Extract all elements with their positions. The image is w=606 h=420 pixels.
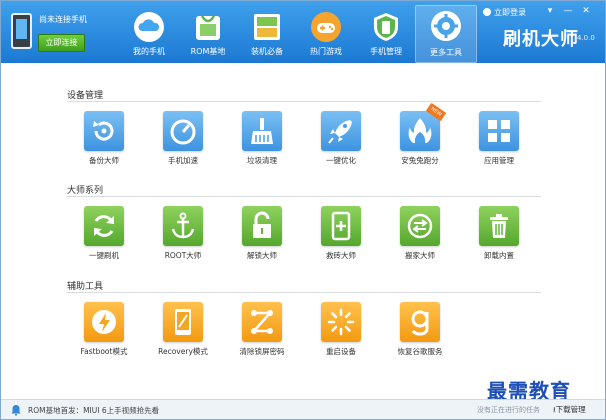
nav-label: ROM基地 (190, 47, 226, 56)
section-divider (67, 101, 541, 102)
brand-title: 刷机大师 (503, 29, 579, 50)
tool-recovery-mode[interactable]: Recovery模式 (148, 302, 218, 364)
device-status: 尚未连接手机 (39, 15, 87, 24)
section-divider (67, 196, 541, 197)
device-panel: 尚未连接手机 立即连接 (9, 9, 104, 57)
tool-label: 重启设备 (326, 347, 356, 356)
tool-label: 救砖大师 (326, 251, 356, 260)
minimize-icon[interactable]: — (561, 5, 575, 17)
phone-plus-icon (321, 206, 361, 246)
tool-backup-master[interactable]: 备份大师 (69, 111, 139, 173)
app-tiles-icon (479, 111, 519, 151)
tool-label: 解锁大师 (247, 251, 277, 260)
tool-antutu-benchmark[interactable]: NEW 安兔兔跑分 (385, 102, 455, 173)
section-title-auxiliary-tools: 辅助工具 (67, 282, 104, 292)
section-title-device-management: 设备管理 (67, 91, 104, 101)
tool-label: 垃圾清理 (247, 156, 277, 165)
tools-content: 设备管理 备份大师 手机加速 垃圾清理 一键优化 NEW 安兔兔跑分 应用管理 … (1, 63, 605, 399)
tool-phone-speedup[interactable]: 手机加速 (148, 111, 218, 173)
login-label: 立即登录 (494, 8, 526, 17)
shopping-bag-icon (196, 15, 220, 40)
tool-label: 清除锁屏密码 (239, 347, 285, 356)
tool-label: Recovery模式 (158, 347, 208, 356)
tool-label: 安兔兔跑分 (401, 156, 439, 165)
news-ticker-link[interactable]: ROM基地首发：MIUI 6上手视频抢先看 (28, 405, 159, 416)
anchor-icon (163, 206, 203, 246)
shield-icon (374, 13, 398, 41)
nav-label: 热门游戏 (310, 47, 342, 56)
tool-label: 应用管理 (484, 156, 514, 165)
bell-icon (11, 405, 21, 416)
section-title-master-series: 大师系列 (67, 186, 104, 196)
download-manager-button[interactable]: ⭳下载管理 (553, 404, 586, 417)
spinner-restart-icon (321, 302, 361, 342)
tool-unlock-master[interactable]: 解锁大师 (227, 206, 297, 268)
tool-restart-device[interactable]: 重启设备 (306, 302, 376, 364)
lightning-icon (84, 302, 124, 342)
nav-label: 装机必备 (251, 47, 283, 56)
tool-label: 卸载内置 (484, 251, 514, 260)
nav-essentials[interactable]: 装机必备 (237, 7, 297, 61)
tool-root-master[interactable]: ROOT大师 (148, 206, 218, 268)
broom-icon (242, 111, 282, 151)
top-header: 尚未连接手机 立即连接 我的手机 ROM基地 装机必备 热门游戏 手机管理 更多… (1, 1, 605, 63)
tool-clear-lock-password[interactable]: 清除锁屏密码 (227, 302, 297, 364)
nav-label: 我的手机 (133, 47, 165, 56)
tool-one-key-optimize[interactable]: 一键优化 (306, 111, 376, 173)
connect-button[interactable]: 立即连接 (38, 34, 85, 52)
transfer-arrows-icon (400, 206, 440, 246)
tool-junk-cleanup[interactable]: 垃圾清理 (227, 111, 297, 173)
gamepad-icon (311, 12, 341, 42)
tool-restore-google-services[interactable]: 恢复谷歌服务 (385, 302, 455, 364)
tool-one-key-flash[interactable]: 一键刷机 (69, 206, 139, 268)
download-manager-label: 下载管理 (555, 405, 586, 414)
trash-icon (479, 206, 519, 246)
tool-fastboot-mode[interactable]: Fastboot模式 (69, 302, 139, 364)
nav-more-tools[interactable]: 更多工具 (415, 5, 477, 63)
tool-label: 一键刷机 (89, 251, 119, 260)
tool-label: Fastboot模式 (80, 347, 128, 356)
tool-brick-rescue[interactable]: 救砖大师 (306, 206, 376, 268)
cloud-icon (134, 12, 164, 42)
tool-label: 搬家大师 (405, 251, 435, 260)
version-label: 4.0.0 (577, 34, 595, 42)
nav-label: 手机管理 (370, 47, 402, 56)
menu-dropdown-icon[interactable]: ▾ (543, 5, 557, 17)
app-window: 尚未连接手机 立即连接 我的手机 ROM基地 装机必备 热门游戏 手机管理 更多… (0, 0, 606, 420)
tool-label: 备份大师 (89, 156, 119, 165)
tool-label: 一键优化 (326, 156, 356, 165)
nav-hot-games[interactable]: 热门游戏 (296, 7, 356, 61)
app-grid-icon (254, 14, 280, 40)
task-status: 没有正在进行的任务 (477, 406, 540, 414)
tool-uninstall-builtin[interactable]: 卸载内置 (464, 206, 534, 268)
nav-rom-base[interactable]: ROM基地 (178, 7, 238, 61)
nav-label: 更多工具 (430, 48, 462, 57)
section-divider (67, 292, 541, 293)
header-right: 立即登录 ▾ — ✕ 刷机大师 4.0.0 (481, 1, 605, 63)
unlock-icon (242, 206, 282, 246)
google-g-icon (400, 302, 440, 342)
status-bar: ROM基地首发：MIUI 6上手视频抢先看 没有正在进行的任务 ⭳下载管理 (1, 399, 605, 419)
user-icon (483, 8, 491, 16)
speedometer-icon (163, 111, 203, 151)
phone-icon (11, 13, 32, 49)
backup-restore-icon (84, 111, 124, 151)
tool-app-management[interactable]: 应用管理 (464, 111, 534, 173)
tool-label: 恢复谷歌服务 (397, 347, 443, 356)
close-icon[interactable]: ✕ (579, 5, 593, 17)
login-link[interactable]: 立即登录 (483, 7, 526, 18)
gear-icon (431, 11, 461, 41)
tablet-recovery-icon (163, 302, 203, 342)
nav-phone-management[interactable]: 手机管理 (356, 7, 416, 61)
tool-label: 手机加速 (168, 156, 198, 165)
tool-migration-master[interactable]: 搬家大师 (385, 206, 455, 268)
pattern-lock-icon (242, 302, 282, 342)
nav-my-phone[interactable]: 我的手机 (119, 7, 179, 61)
refresh-icon (84, 206, 124, 246)
rocket-icon (321, 111, 361, 151)
tool-label: ROOT大师 (164, 251, 202, 260)
